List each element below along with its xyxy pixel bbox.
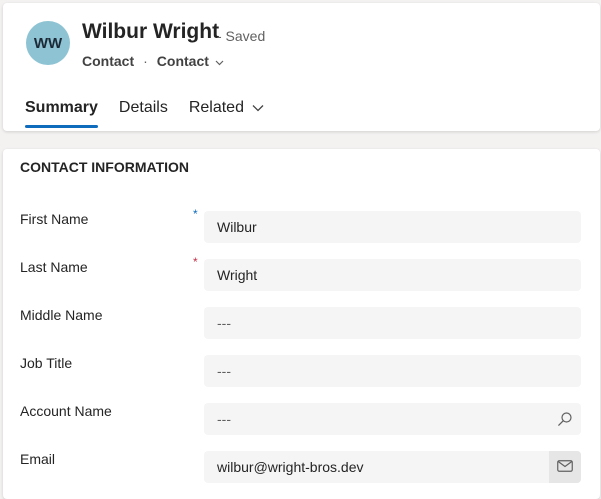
email-row: Email wilbur@wright-bros.dev [3,451,600,483]
section-title: CONTACT INFORMATION [20,159,190,175]
save-status: - Saved [217,28,266,44]
search-icon[interactable] [557,411,573,427]
account-name-value: --- [217,411,231,427]
account-name-row: Account Name --- [3,403,600,435]
mail-icon [557,459,573,475]
entity-name: Contact [82,53,135,69]
email-field[interactable]: wilbur@wright-bros.dev [204,451,581,483]
tab-bar: Summary Details Related [25,91,285,129]
first-name-row: First Name * Wilbur [3,207,600,243]
first-name-field[interactable]: Wilbur [204,211,581,243]
tab-summary[interactable]: Summary [25,91,98,128]
last-name-row: Last Name * Wright [3,255,600,291]
tab-related-label: Related [188,99,244,116]
record-title: Wilbur Wright [82,20,220,43]
entity-breadcrumb: Contact · Contact [82,53,224,69]
recommended-marker: * [193,207,198,221]
account-name-field[interactable]: --- [204,403,581,435]
last-name-value: Wright [217,267,258,283]
account-name-label: Account Name [20,403,112,419]
middle-name-field[interactable]: --- [204,307,581,339]
breadcrumb-separator: · [143,53,148,69]
tab-details[interactable]: Details [119,91,168,125]
contact-information-section: CONTACT INFORMATION First Name * Wilbur … [3,149,600,499]
tab-related[interactable]: Related [189,91,264,125]
form-selector-label: Contact [156,53,209,69]
tab-summary-label: Summary [25,99,98,116]
chevron-down-icon [215,53,224,69]
job-title-label: Job Title [20,355,73,371]
email-label: Email [20,451,56,467]
job-title-value: --- [217,363,231,379]
job-title-field[interactable]: --- [204,355,581,387]
required-marker: * [193,255,198,269]
tab-details-label: Details [118,99,168,116]
first-name-value: Wilbur [217,219,257,235]
first-name-label: First Name [20,211,89,227]
chevron-down-icon [252,99,264,117]
middle-name-value: --- [217,315,231,331]
avatar: WW [26,21,70,65]
record-header: WW Wilbur Wright - Saved Contact · Conta… [3,3,600,131]
send-email-button[interactable] [549,451,581,483]
active-tab-indicator [25,125,98,128]
last-name-field[interactable]: Wright [204,259,581,291]
form-selector[interactable]: Contact [157,53,224,69]
job-title-row: Job Title --- [3,355,600,387]
middle-name-label: Middle Name [20,307,103,323]
email-value: wilbur@wright-bros.dev [217,459,364,475]
last-name-label: Last Name [20,259,88,275]
middle-name-row: Middle Name --- [3,307,600,339]
